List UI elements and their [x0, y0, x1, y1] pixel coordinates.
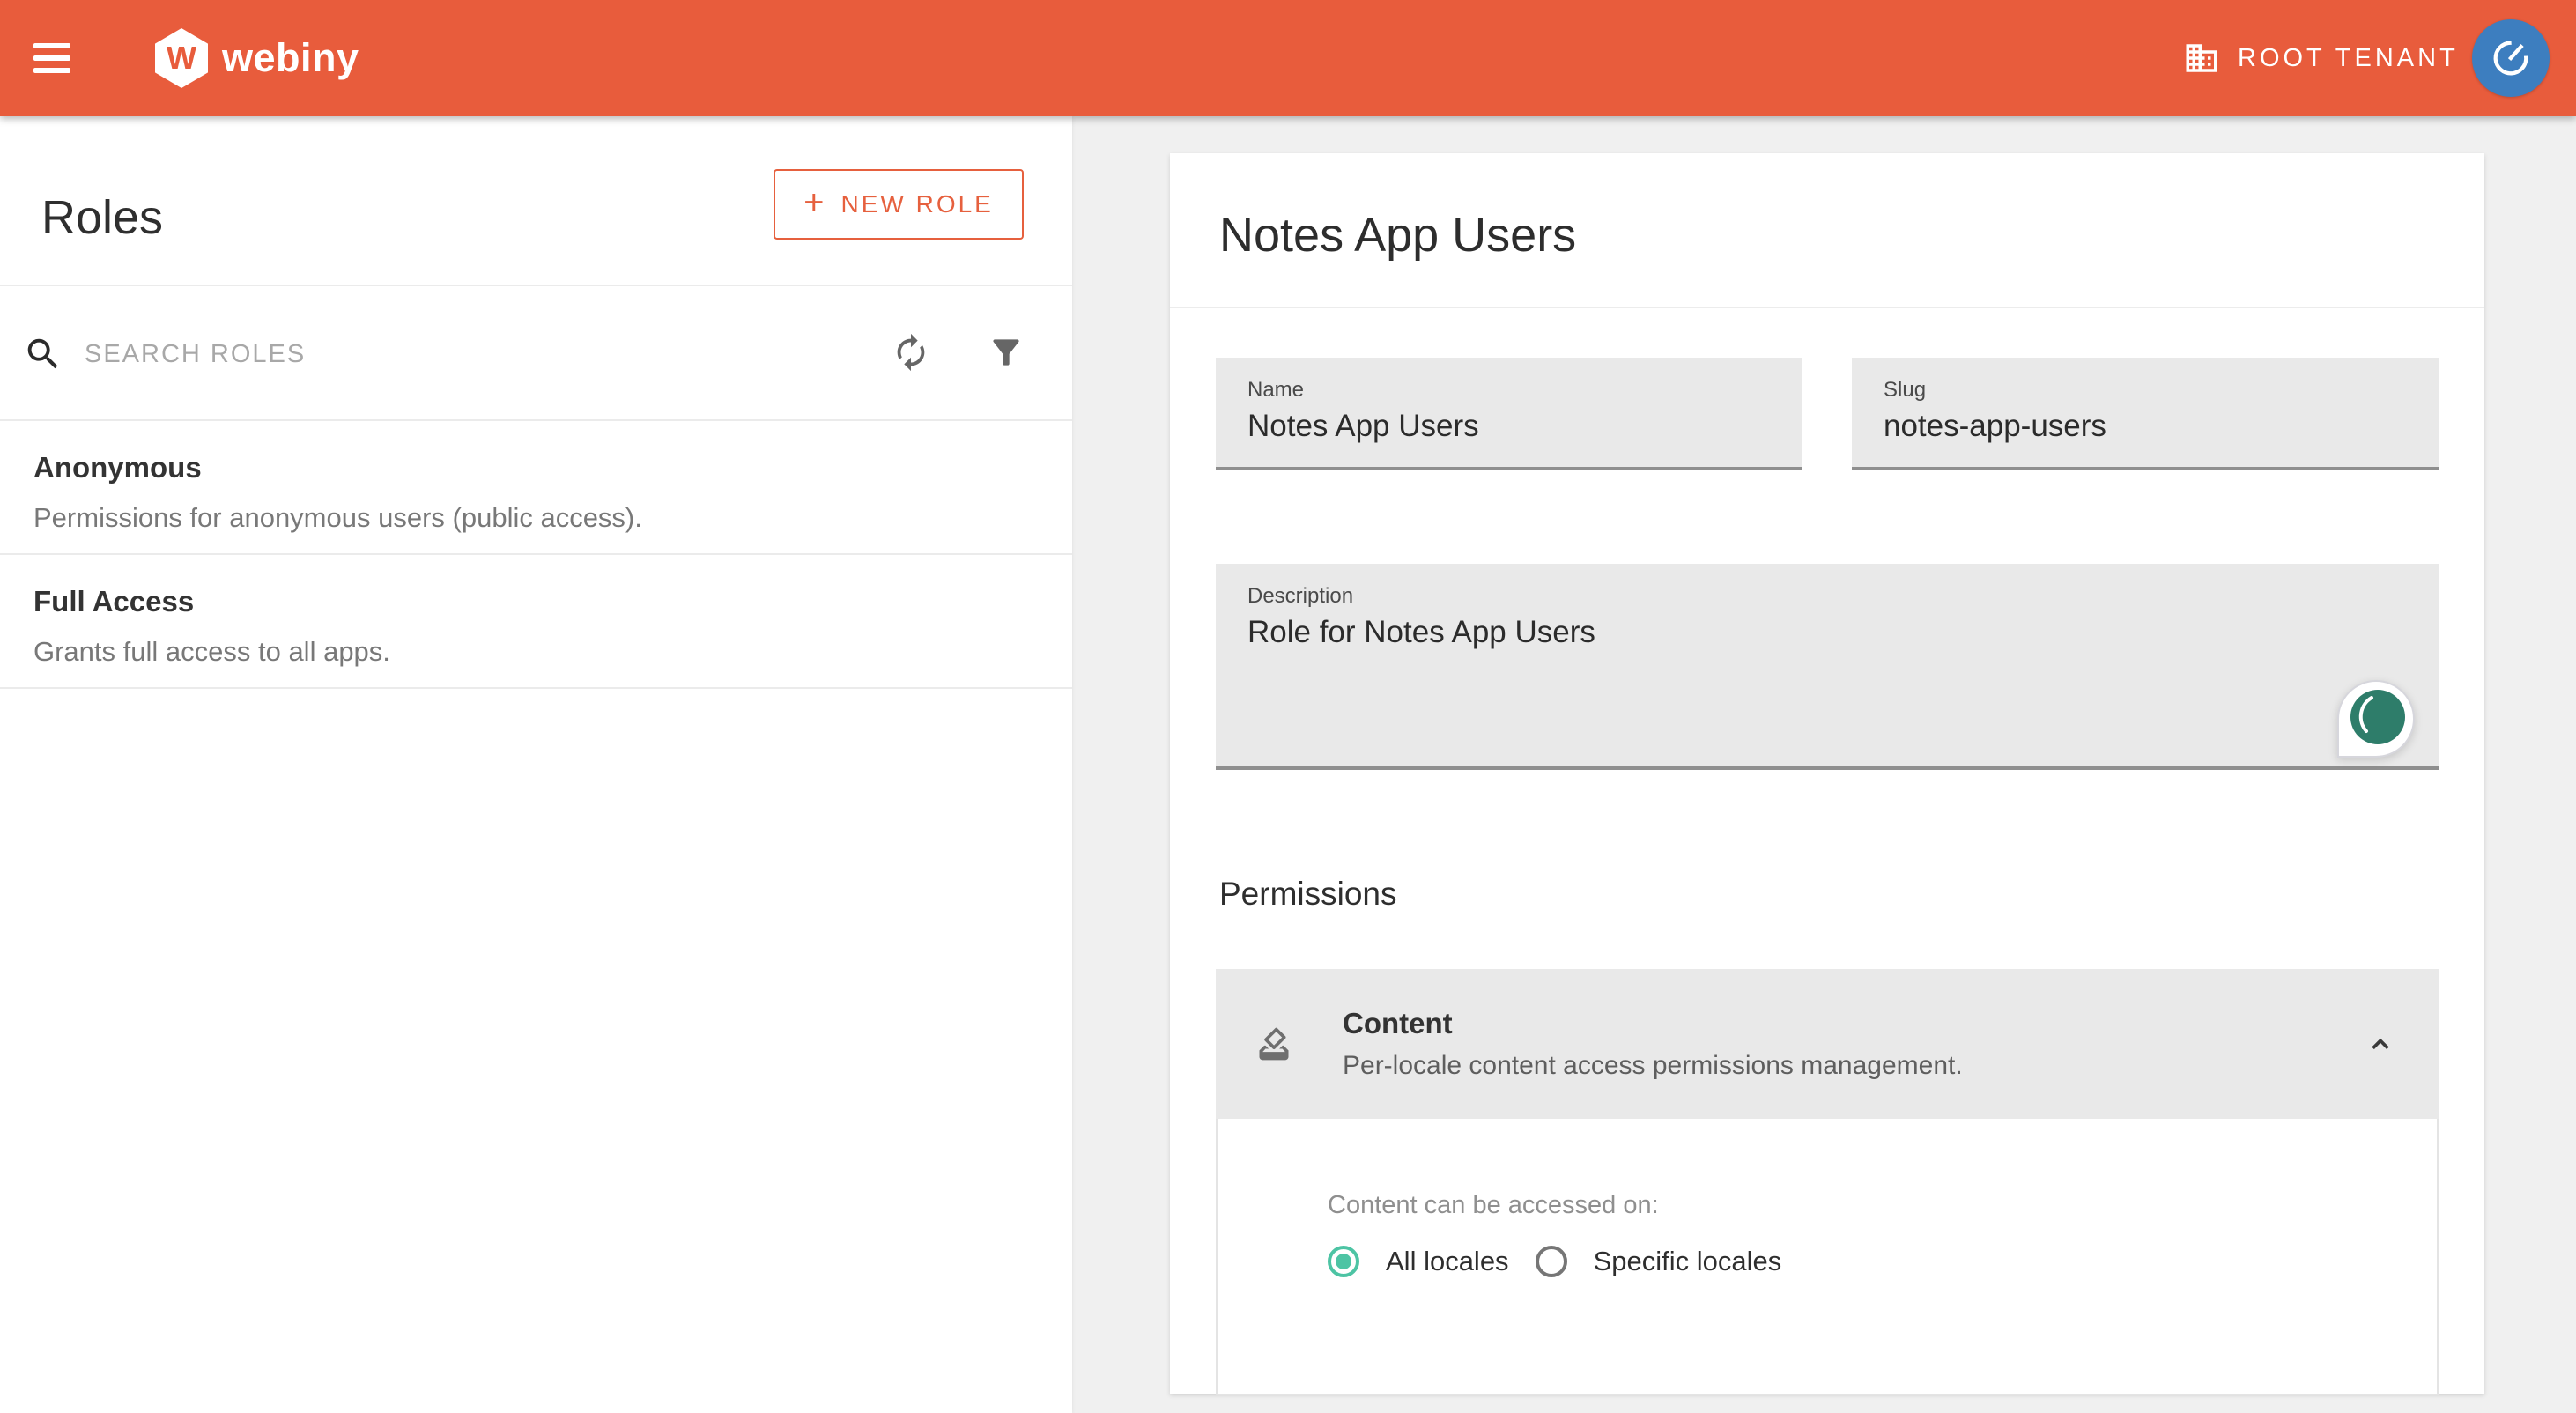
role-item-description: Grants full access to all apps. [33, 636, 1039, 668]
filter-icon [987, 333, 1025, 372]
radio-specific-locales[interactable] [1536, 1246, 1567, 1277]
search-input[interactable] [85, 320, 754, 388]
name-field[interactable]: Name [1216, 358, 1802, 470]
webiny-logo[interactable]: W webiny [155, 0, 359, 116]
roles-search-bar [0, 286, 1072, 421]
refresh-icon [891, 332, 931, 373]
description-field[interactable]: Description Role for Notes App Users [1216, 564, 2439, 770]
content-accordion-title: Content [1343, 1007, 1963, 1040]
roles-list-panel: Roles + NEW ROLE Anonymous Permissions f… [0, 116, 1072, 1413]
name-field-label: Name [1247, 379, 1771, 402]
radio-specific-locales-label[interactable]: Specific locales [1594, 1246, 1782, 1277]
webiny-admin-roles-page: { "header": { "brand": "webiny", "logo_l… [0, 0, 2576, 1413]
search-icon [23, 334, 63, 374]
role-item-description: Permissions for anonymous users (public … [33, 502, 1039, 534]
name-input[interactable] [1247, 409, 1771, 444]
role-list-item-anonymous[interactable]: Anonymous Permissions for anonymous user… [0, 421, 1072, 555]
building-icon [2183, 40, 2220, 77]
user-avatar[interactable] [2472, 19, 2550, 97]
plus-icon: + [803, 185, 826, 220]
webiny-logo-icon: W [155, 28, 208, 88]
roles-panel-header: Roles + NEW ROLE [0, 116, 1072, 286]
role-details-header: Notes App Users [1170, 153, 2484, 308]
content-permission-icon [1255, 1025, 1293, 1063]
permissions-heading: Permissions [1219, 876, 2439, 913]
role-item-name: Full Access [33, 585, 1039, 618]
refresh-button[interactable] [890, 332, 932, 374]
description-field-label: Description [1247, 585, 2407, 608]
content-accordion-header[interactable]: Content Per-locale content access permis… [1216, 969, 2439, 1119]
radio-all-locales-label[interactable]: All locales [1386, 1246, 1509, 1277]
chat-widget-icon [2347, 687, 2407, 749]
radio-all-locales[interactable] [1328, 1246, 1359, 1277]
content-accordion-body: Content can be accessed on: All locales … [1216, 1119, 2439, 1395]
access-question-label: Content can be accessed on: [1328, 1191, 1659, 1220]
page-title: Roles [41, 190, 163, 245]
slug-input[interactable] [1884, 409, 2407, 444]
filter-button[interactable] [985, 332, 1027, 374]
slug-field-label: Slug [1884, 379, 2407, 402]
content-permissions-accordion: Content Per-locale content access permis… [1216, 969, 2439, 1395]
top-app-bar: W webiny ROOT TENANT [0, 0, 2576, 116]
chat-widget-button[interactable] [2337, 680, 2415, 758]
logo-letter: W [167, 40, 196, 77]
power-avatar-icon [2478, 26, 2543, 90]
description-input[interactable]: Role for Notes App Users [1247, 615, 2407, 756]
role-item-name: Anonymous [33, 451, 1039, 485]
locale-access-options: All locales Specific locales [1328, 1246, 1811, 1277]
slug-field[interactable]: Slug [1852, 358, 2439, 470]
tenant-selector[interactable]: ROOT TENANT [2183, 0, 2459, 116]
chevron-up-icon [2361, 1025, 2400, 1063]
menu-icon[interactable] [33, 43, 70, 73]
brand-name: webiny [222, 35, 359, 81]
role-details-card: Notes App Users Name Slug Description Ro… [1170, 153, 2484, 1394]
content-accordion-text: Content Per-locale content access permis… [1343, 1007, 1963, 1081]
role-list-item-full-access[interactable]: Full Access Grants full access to all ap… [0, 555, 1072, 689]
content-accordion-subtitle: Per-locale content access permissions ma… [1343, 1051, 1963, 1081]
new-role-button-label: NEW ROLE [841, 190, 994, 218]
role-details-title: Notes App Users [1219, 208, 1576, 263]
name-slug-row: Name Slug [1216, 358, 2439, 470]
tenant-label: ROOT TENANT [2238, 44, 2459, 73]
new-role-button[interactable]: + NEW ROLE [774, 169, 1024, 240]
collapse-button[interactable] [2361, 1025, 2400, 1063]
